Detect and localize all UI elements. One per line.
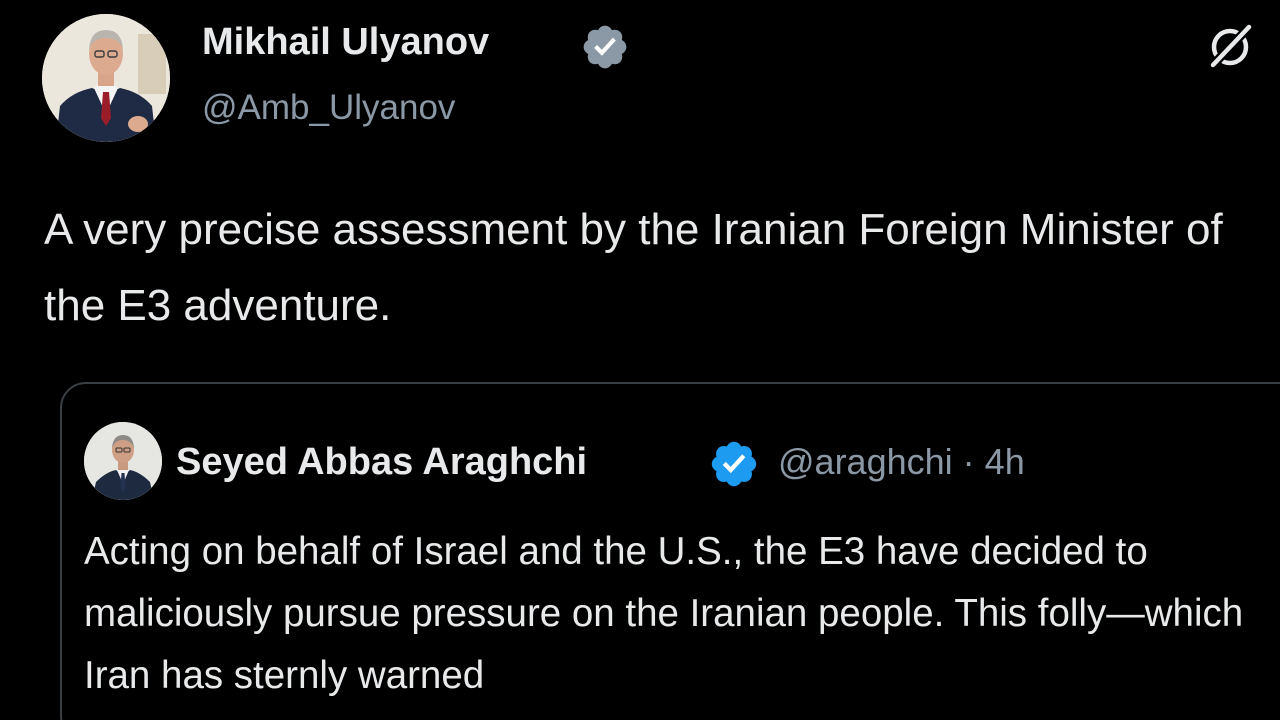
quoted-tweet-meta: @araghchi · 4h xyxy=(778,440,1025,484)
quoted-author-avatar[interactable] xyxy=(84,422,162,500)
author-handle[interactable]: @Amb_Ulyanov xyxy=(202,86,455,130)
quoted-author-handle[interactable]: @araghchi xyxy=(778,441,953,482)
verified-badge-icon xyxy=(580,22,630,72)
verified-badge-icon xyxy=(708,438,760,490)
meta-separator: · xyxy=(962,441,975,482)
quoted-tweet-text: Acting on behalf of Israel and the U.S.,… xyxy=(84,530,1244,697)
author-display-name[interactable]: Mikhail Ulyanov xyxy=(202,20,489,64)
quoted-tweet-timestamp[interactable]: 4h xyxy=(985,441,1025,482)
author-avatar-photo xyxy=(42,14,170,142)
author-avatar[interactable] xyxy=(42,14,170,142)
tweet: Mikhail Ulyanov @Amb_Ulyanov A very prec… xyxy=(0,0,1280,720)
tweet-text: A very precise assessment by the Iranian… xyxy=(44,205,1223,330)
grok-slash-circle-icon[interactable] xyxy=(1200,16,1260,76)
quoted-author-avatar-photo xyxy=(84,422,162,500)
quoted-author-display-name[interactable]: Seyed Abbas Araghchi xyxy=(176,440,587,484)
